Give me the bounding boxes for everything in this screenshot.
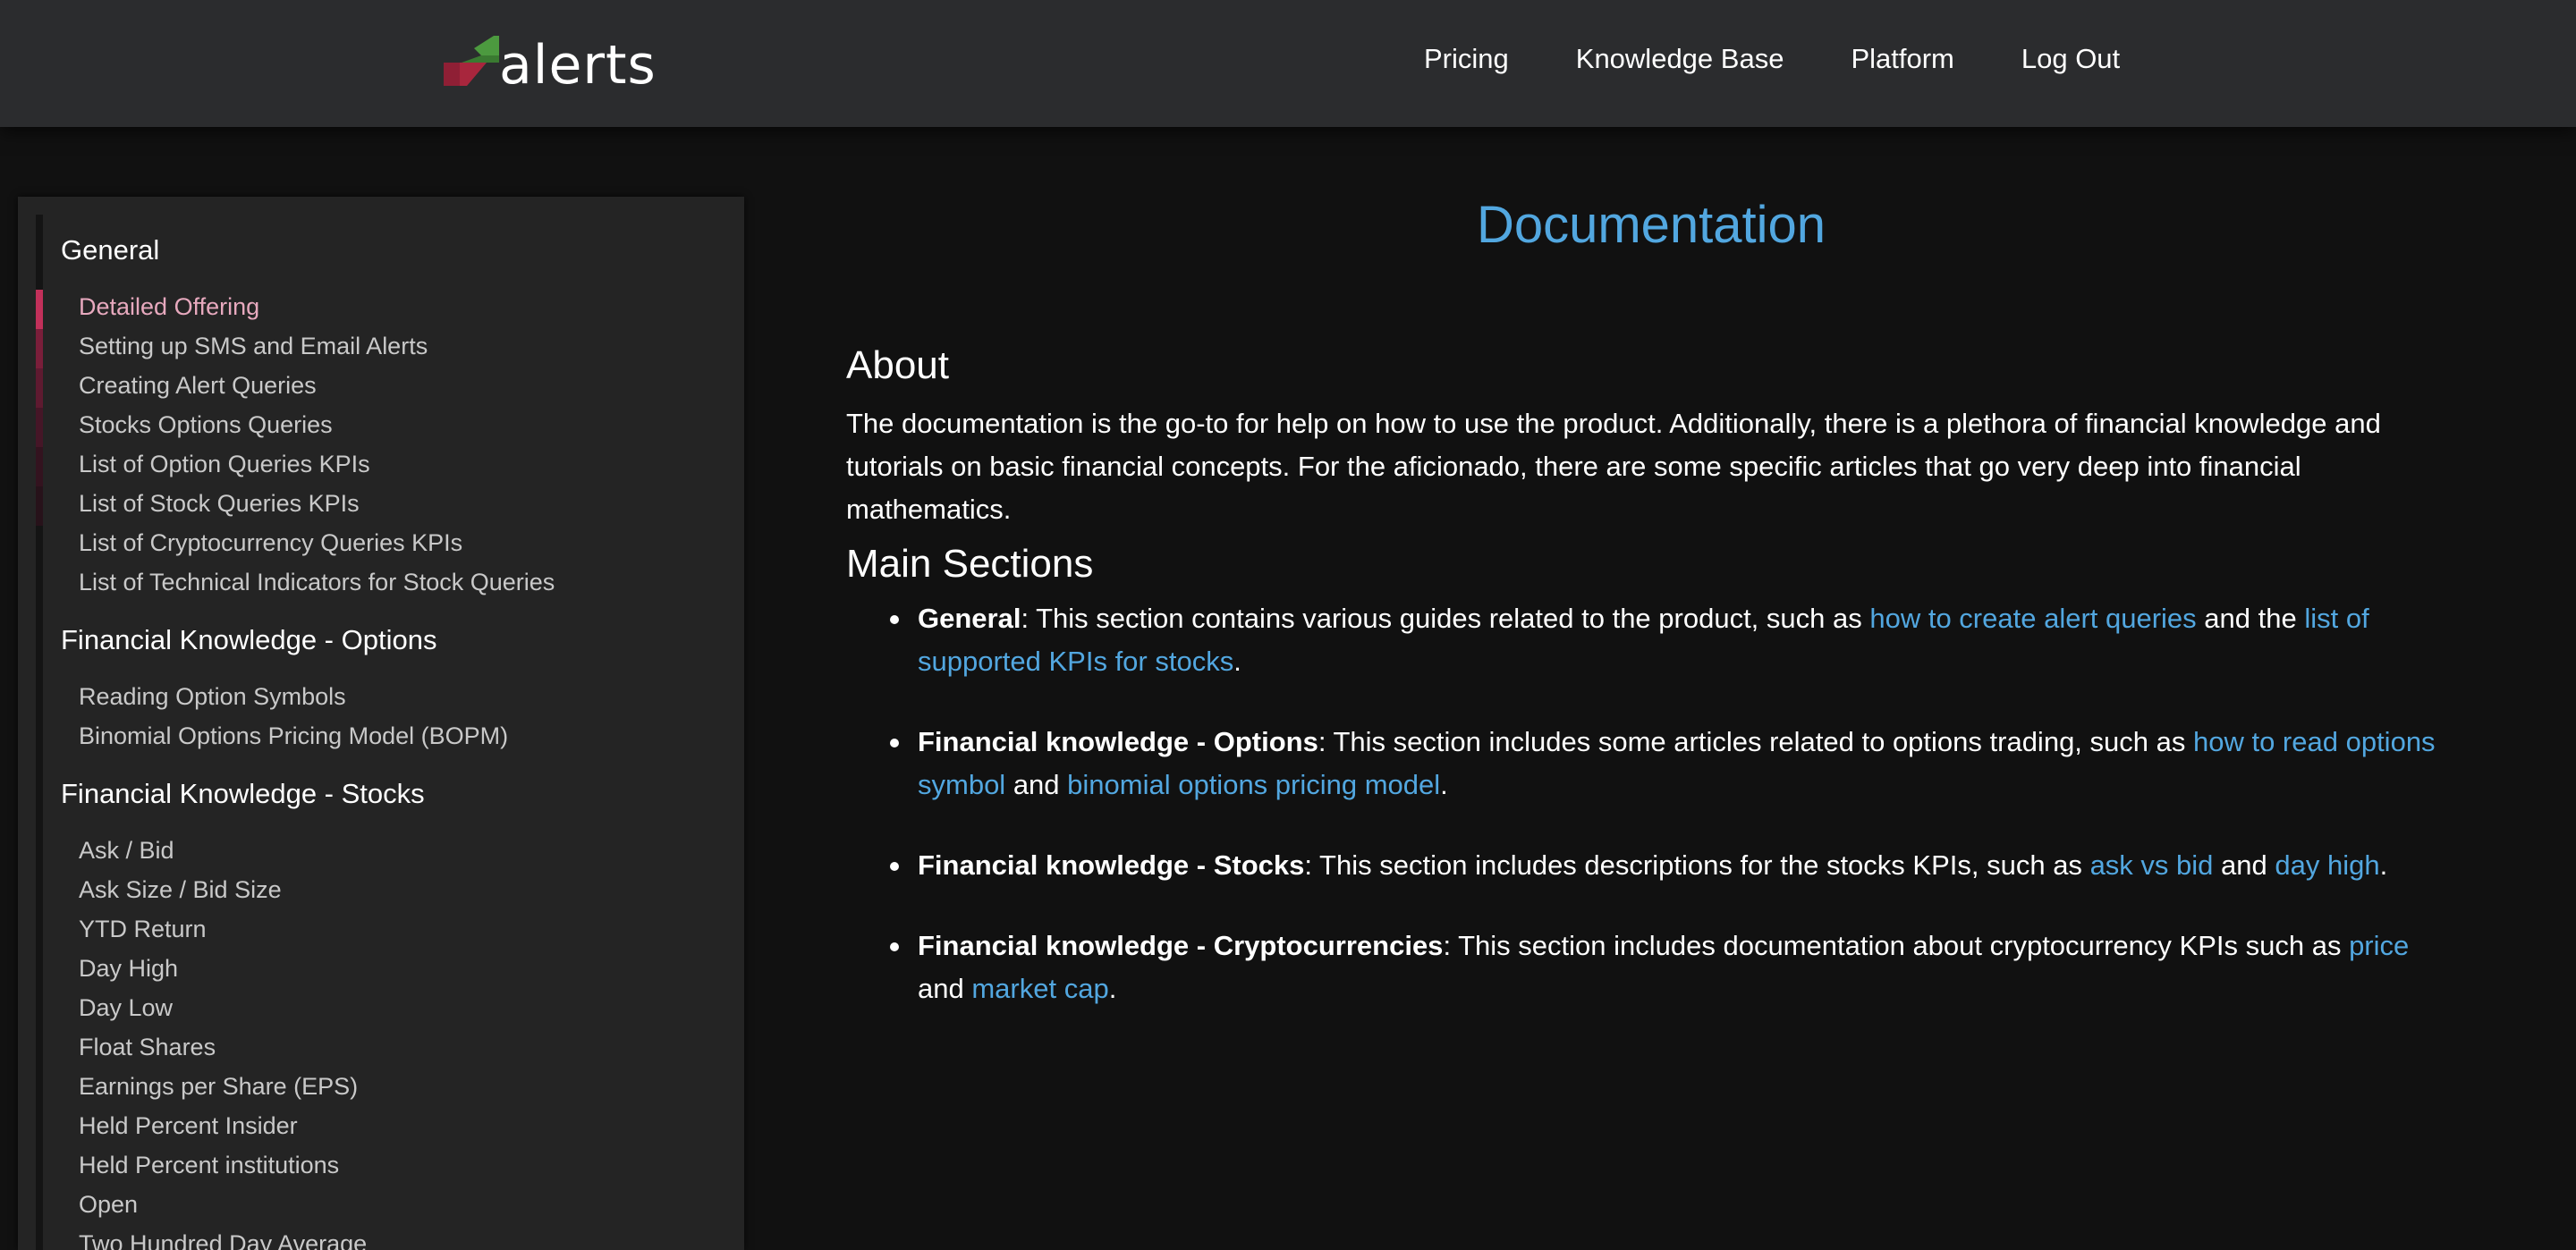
- active-indicator: [36, 290, 43, 329]
- docs-sidebar: General Detailed Offering Setting up SMS…: [18, 197, 744, 1250]
- sidebar-item-technical-indicators[interactable]: List of Technical Indicators for Stock Q…: [79, 569, 555, 596]
- sidebar-item-held-percent-institutions[interactable]: Held Percent institutions: [79, 1152, 339, 1179]
- sidebar-item-held-percent-insider[interactable]: Held Percent Insider: [79, 1112, 298, 1140]
- list-item-general: General: This section contains various g…: [890, 597, 2438, 683]
- page-title: Documentation: [1476, 196, 1826, 254]
- sidebar-item-day-low[interactable]: Day Low: [79, 994, 173, 1022]
- sidebar-item-stock-queries-kpis[interactable]: List of Stock Queries KPIs: [79, 490, 360, 518]
- bullet-text: : This section contains various guides r…: [1021, 603, 1870, 634]
- sidebar-item-crypto-queries-kpis[interactable]: List of Cryptocurrency Queries KPIs: [79, 529, 462, 557]
- sidebar-item-option-queries-kpis[interactable]: List of Option Queries KPIs: [79, 451, 370, 478]
- nav-log-out[interactable]: Log Out: [2021, 43, 2120, 75]
- sidebar-item-ytd-return[interactable]: YTD Return: [79, 916, 207, 943]
- logo-text: alerts: [499, 34, 657, 97]
- sidebar-item-reading-option-symbols[interactable]: Reading Option Symbols: [79, 683, 346, 711]
- alerts-logo[interactable]: alerts: [444, 34, 656, 97]
- sidebar-item-sms-email-alerts[interactable]: Setting up SMS and Email Alerts: [79, 333, 428, 360]
- bullet-title: General: [918, 603, 1021, 634]
- bullet-text: .: [1233, 646, 1241, 677]
- bullet-text: and: [1005, 769, 1068, 800]
- sidebar-item-two-hundred-day-average[interactable]: Two Hundred Day Average: [79, 1230, 367, 1250]
- sidebar-section-stocks[interactable]: Financial Knowledge - Stocks: [61, 778, 425, 810]
- rail-mark: [36, 368, 43, 408]
- bullet-text: and: [918, 973, 972, 1004]
- sidebar-item-creating-alert-queries[interactable]: Creating Alert Queries: [79, 372, 317, 400]
- logo-mark-icon: [444, 36, 499, 86]
- rail-mark: [36, 486, 43, 526]
- main-sections-heading: Main Sections: [846, 542, 1094, 586]
- main-nav: Pricing Knowledge Base Platform Log Out: [1424, 39, 2120, 79]
- rail-mark: [36, 329, 43, 368]
- about-heading: About: [846, 343, 949, 387]
- link-binomial-options-pricing[interactable]: binomial options pricing model: [1067, 769, 1440, 800]
- link-day-high[interactable]: day high: [2275, 849, 2379, 881]
- bullet-text: : This section includes documentation ab…: [1443, 930, 2350, 961]
- about-text: The documentation is the go-to for help …: [846, 408, 2381, 525]
- link-create-alert-queries[interactable]: how to create alert queries: [1869, 603, 2196, 634]
- bullet-text: : This section includes some articles re…: [1318, 726, 2193, 757]
- sidebar-item-stocks-options-queries[interactable]: Stocks Options Queries: [79, 411, 333, 439]
- top-navigation-bar: alerts Pricing Knowledge Base Platform L…: [0, 0, 2576, 127]
- link-market-cap[interactable]: market cap: [971, 973, 1108, 1004]
- link-price[interactable]: price: [2349, 930, 2409, 961]
- bullet-title: Financial knowledge - Stocks: [918, 849, 1305, 881]
- sidebar-item-detailed-offering[interactable]: Detailed Offering: [79, 293, 259, 321]
- sidebar-item-day-high[interactable]: Day High: [79, 955, 178, 983]
- nav-platform[interactable]: Platform: [1851, 43, 1953, 75]
- rail-mark: [36, 408, 43, 447]
- list-item-options: Financial knowledge - Options: This sect…: [890, 721, 2438, 807]
- sidebar-item-ask-size-bid-size[interactable]: Ask Size / Bid Size: [79, 876, 282, 904]
- sidebar-item-float-shares[interactable]: Float Shares: [79, 1034, 216, 1061]
- nav-pricing[interactable]: Pricing: [1424, 43, 1509, 75]
- sidebar-item-open[interactable]: Open: [79, 1191, 138, 1219]
- nav-knowledge-base[interactable]: Knowledge Base: [1576, 43, 1784, 75]
- list-item-stocks: Financial knowledge - Stocks: This secti…: [890, 844, 2438, 887]
- bullet-text: .: [2379, 849, 2388, 881]
- rail-mark: [36, 447, 43, 486]
- sidebar-item-ask-bid[interactable]: Ask / Bid: [79, 837, 174, 865]
- sidebar-section-options[interactable]: Financial Knowledge - Options: [61, 624, 436, 656]
- bullet-text: .: [1440, 769, 1448, 800]
- sidebar-section-general[interactable]: General: [61, 234, 159, 266]
- bullet-text: and the: [2196, 603, 2305, 634]
- sidebar-item-bopm[interactable]: Binomial Options Pricing Model (BOPM): [79, 722, 508, 750]
- bullet-title: Financial knowledge - Options: [918, 726, 1318, 757]
- bullet-text: and: [2213, 849, 2275, 881]
- list-item-cryptocurrencies: Financial knowledge - Cryptocurrencies: …: [890, 925, 2438, 1010]
- bullet-text: .: [1108, 973, 1117, 1004]
- bullet-title: Financial knowledge - Cryptocurrencies: [918, 930, 1444, 961]
- sidebar-item-eps[interactable]: Earnings per Share (EPS): [79, 1073, 358, 1101]
- link-ask-vs-bid[interactable]: ask vs bid: [2090, 849, 2214, 881]
- bullet-text: : This section includes descriptions for…: [1304, 849, 2090, 881]
